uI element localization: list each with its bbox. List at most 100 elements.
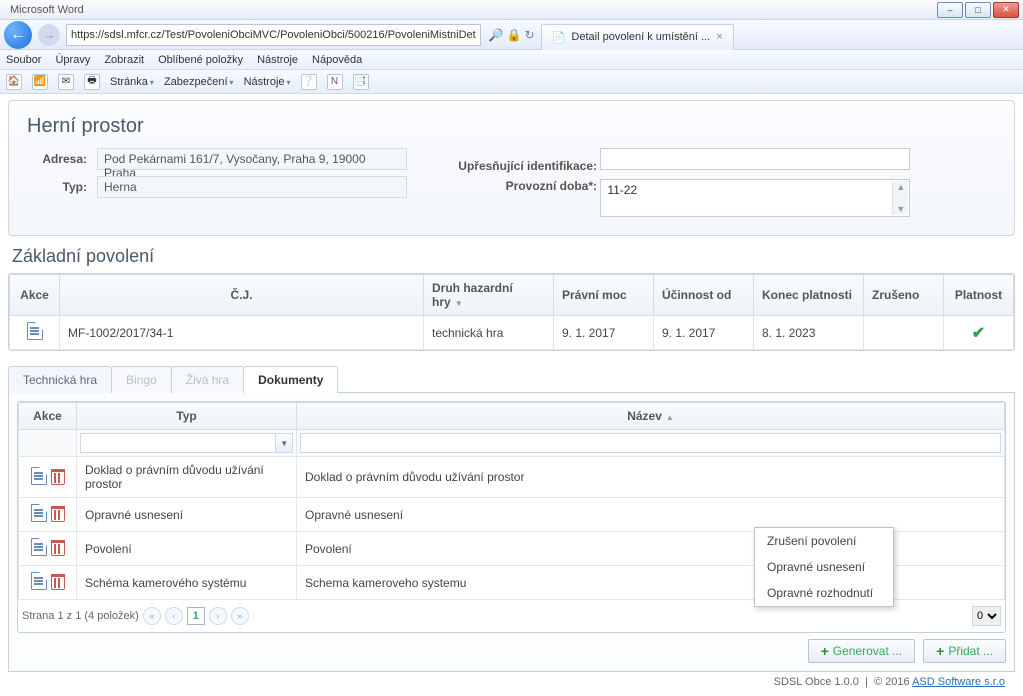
window-title: Microsoft Word xyxy=(4,4,935,16)
textarea-scrollbar[interactable]: ▲▼ xyxy=(892,181,908,215)
pager-text: Strana 1 z 1 (4 položek) xyxy=(22,610,139,622)
footer-app: SDSL Obce 1.0.0 xyxy=(774,676,859,688)
pager-last[interactable]: » xyxy=(231,607,249,625)
ctx-zruseni[interactable]: Zrušení povolení xyxy=(755,528,893,554)
pdf-icon[interactable] xyxy=(31,467,47,485)
footer-copyright: © 2016 xyxy=(874,676,910,688)
generovat-button[interactable]: +Generovat ... xyxy=(808,639,916,663)
tab-close-icon[interactable]: × xyxy=(716,31,722,43)
menu-zobrazit[interactable]: Zobrazit xyxy=(104,54,144,66)
pagesize-select[interactable]: 0 xyxy=(972,606,1001,626)
back-button[interactable]: ← xyxy=(4,21,32,49)
context-menu: Zrušení povolení Opravné usnesení Opravn… xyxy=(754,527,894,607)
delete-icon[interactable] xyxy=(51,506,65,522)
browser-navbar: ← → https://sdsl.mfcr.cz/Test/PovoleniOb… xyxy=(0,20,1023,50)
table-row[interactable]: MF-1002/2017/34-1 technická hra 9. 1. 20… xyxy=(10,316,1014,350)
dcol-nazev[interactable]: Název▲ xyxy=(297,403,1005,430)
pdf-icon[interactable] xyxy=(31,572,47,590)
tool-page[interactable]: Stránka xyxy=(110,76,154,88)
filter-nazev-input[interactable] xyxy=(300,433,1001,453)
footer-vendor-link[interactable]: ASD Software s.r.o xyxy=(912,676,1005,688)
home-icon[interactable]: 🏠 xyxy=(6,74,22,90)
refresh-icon[interactable]: ↻ xyxy=(525,28,535,42)
ctx-opravne-usneseni[interactable]: Opravné usnesení xyxy=(755,554,893,580)
cell-typ: Povolení xyxy=(77,532,297,566)
menu-nastroje[interactable]: Nástroje xyxy=(257,54,298,66)
sort-desc-icon: ▼ xyxy=(455,299,463,308)
dcol-typ[interactable]: Typ xyxy=(77,403,297,430)
dcol-akce[interactable]: Akce xyxy=(19,403,77,430)
col-druh[interactable]: Druh hazardní hry▼ xyxy=(424,275,554,316)
help-icon[interactable]: ❔ xyxy=(301,74,317,90)
cell-druh: technická hra xyxy=(424,316,554,350)
pdf-icon[interactable] xyxy=(31,504,47,522)
ctx-opravne-rozhodnuti[interactable]: Opravné rozhodnutí xyxy=(755,580,893,606)
doba-label: Provozní doba*: xyxy=(447,179,597,193)
pdf-icon[interactable] xyxy=(31,538,47,556)
onenote-icon[interactable]: N xyxy=(327,74,343,90)
filter-typ-input[interactable] xyxy=(80,433,276,453)
plus-icon: + xyxy=(936,643,944,659)
ident-label: Upřesňující identifikace: xyxy=(447,159,597,173)
col-zruseno[interactable]: Zrušeno xyxy=(864,275,944,316)
tool-tools[interactable]: Nástroje xyxy=(244,76,291,88)
subtabs: Technická hra Bingo Živá hra Dokumenty xyxy=(8,365,1015,393)
tab-bingo[interactable]: Bingo xyxy=(111,366,172,393)
cell-nazev: Opravné usnesení xyxy=(297,498,1005,532)
doba-textarea[interactable]: 11-22 ▲▼ xyxy=(600,179,910,217)
browser-tab[interactable]: 📄 Detail povolení k umístění ... × xyxy=(541,24,734,50)
extra-icon[interactable]: 📑 xyxy=(353,74,369,90)
ident-input[interactable] xyxy=(600,148,910,170)
close-button[interactable]: ✕ xyxy=(993,2,1019,18)
plus-icon: + xyxy=(821,643,829,659)
delete-icon[interactable] xyxy=(51,574,65,590)
col-ucinnost[interactable]: Účinnost od xyxy=(654,275,754,316)
cell-typ: Doklad o právním důvodu užívání prostor xyxy=(77,457,297,498)
typ-label: Typ: xyxy=(27,180,87,194)
col-cj[interactable]: Č.J. xyxy=(60,275,424,316)
pdf-icon[interactable] xyxy=(27,322,43,340)
col-moc[interactable]: Právní moc xyxy=(554,275,654,316)
header-panel: Herní prostor Adresa: Pod Pekárnami 161/… xyxy=(8,100,1015,236)
ie-menubar: Soubor Úpravy Zobrazit Oblíbené položky … xyxy=(0,50,1023,70)
col-konec[interactable]: Konec platnosti xyxy=(754,275,864,316)
pager-first[interactable]: « xyxy=(143,607,161,625)
forward-button[interactable]: → xyxy=(38,24,60,46)
cell-cj: MF-1002/2017/34-1 xyxy=(60,316,424,350)
table-row[interactable]: Doklad o právním důvodu užívání prostor … xyxy=(19,457,1005,498)
search-dropdown-icon[interactable]: 🔎 xyxy=(489,28,504,42)
pager-prev[interactable]: ‹ xyxy=(165,607,183,625)
cell-nazev: Schema kameroveho systemu xyxy=(297,566,1005,600)
menu-napoveda[interactable]: Nápověda xyxy=(312,54,362,66)
lock-icon: 🔒 xyxy=(507,28,522,42)
pager-next[interactable]: › xyxy=(209,607,227,625)
maximize-button[interactable]: □ xyxy=(965,2,991,18)
feeds-icon[interactable]: 📶 xyxy=(32,74,48,90)
pager-current[interactable]: 1 xyxy=(187,607,205,625)
tab-ziva-hra[interactable]: Živá hra xyxy=(171,366,244,393)
minimize-button[interactable]: – xyxy=(937,2,963,18)
valid-check-icon: ✔ xyxy=(972,325,985,342)
tool-security[interactable]: Zabezpečení xyxy=(164,76,234,88)
menu-soubor[interactable]: Soubor xyxy=(6,54,41,66)
menu-oblibene[interactable]: Oblíbené položky xyxy=(158,54,243,66)
col-platnost[interactable]: Platnost xyxy=(944,275,1014,316)
action-buttons: +Generovat ... +Přidat ... xyxy=(17,633,1006,663)
window-titlebar: Microsoft Word – □ ✕ xyxy=(0,0,1023,20)
mail-icon[interactable]: ✉ xyxy=(58,74,74,90)
filter-typ-dropdown-icon[interactable]: ▼ xyxy=(276,433,293,453)
delete-icon[interactable] xyxy=(51,540,65,556)
menu-upravy[interactable]: Úpravy xyxy=(55,54,90,66)
footer: SDSL Obce 1.0.0 | © 2016 ASD Software s.… xyxy=(8,672,1015,692)
print-icon[interactable]: 🖶 xyxy=(84,74,100,90)
pridat-button[interactable]: +Přidat ... xyxy=(923,639,1006,663)
page-body: Herní prostor Adresa: Pod Pekárnami 161/… xyxy=(0,94,1023,696)
tab-technicka-hra[interactable]: Technická hra xyxy=(8,366,112,393)
address-bar[interactable]: https://sdsl.mfcr.cz/Test/PovoleniObciMV… xyxy=(66,24,481,46)
cell-moc: 9. 1. 2017 xyxy=(554,316,654,350)
url-icons: 🔎 🔒 ↻ xyxy=(489,28,535,42)
tab-dokumenty[interactable]: Dokumenty xyxy=(243,366,338,393)
delete-icon[interactable] xyxy=(51,469,65,485)
typ-value: Herna xyxy=(97,176,407,198)
col-akce[interactable]: Akce xyxy=(10,275,60,316)
